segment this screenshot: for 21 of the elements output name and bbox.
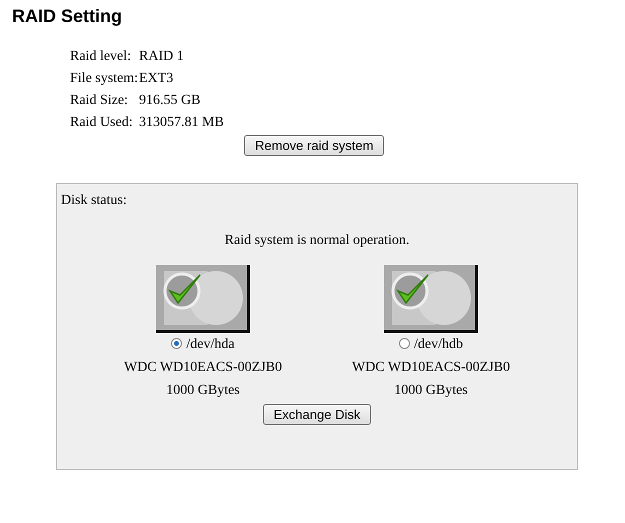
exchange-disk-button[interactable]: Exchange Disk: [262, 404, 372, 425]
disk-model: WDC WD10EACS-00ZJB0: [350, 359, 512, 377]
remove-raid-button[interactable]: Remove raid system: [244, 135, 384, 156]
disk-radio[interactable]: /dev/hda: [171, 336, 235, 354]
info-label: File system:: [70, 70, 139, 88]
disk-model: WDC WD10EACS-00ZJB0: [122, 359, 284, 377]
hard-disk-icon: [384, 265, 478, 333]
disk-capacity: 1000 GBytes: [393, 382, 469, 400]
info-label: Raid Used:: [70, 114, 134, 132]
panel-heading: Disk status:: [61, 192, 128, 210]
info-value: EXT3: [139, 70, 174, 88]
info-value: 313057.81 MB: [139, 114, 224, 132]
page-title: RAID Setting: [12, 5, 123, 27]
info-label: Raid level:: [70, 48, 132, 66]
status-message: Raid system is normal operation.: [224, 232, 410, 250]
disk-capacity: 1000 GBytes: [165, 382, 241, 400]
hard-disk-icon: [156, 265, 250, 333]
info-value: RAID 1: [139, 48, 184, 66]
info-label: Raid Size:: [70, 92, 129, 110]
disk-radio[interactable]: /dev/hdb: [399, 336, 463, 354]
info-value: 916.55 GB: [139, 92, 200, 110]
